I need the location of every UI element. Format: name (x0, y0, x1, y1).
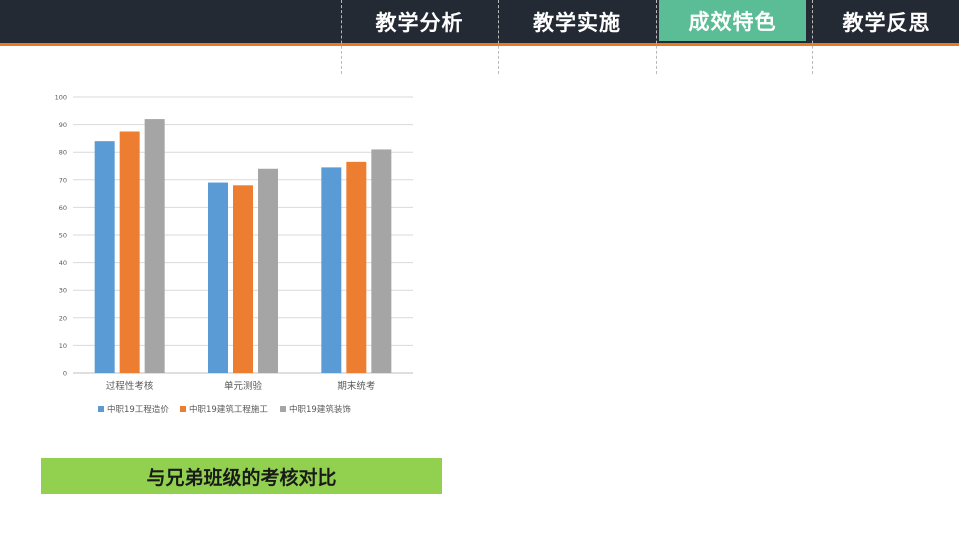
y-tick-label: 40 (59, 259, 67, 267)
x-tick-label: 单元测验 (224, 380, 263, 392)
legend-swatch (280, 406, 286, 412)
y-tick-label: 60 (59, 204, 67, 212)
bar (94, 141, 115, 373)
y-tick-label: 30 (59, 287, 67, 295)
top-nav-bar: 教学分析 教学实施 成效特色 教学反思 (0, 0, 959, 43)
x-axis-ticks: 过程性考核 单元测验 期末统考 (106, 380, 375, 392)
y-tick-label: 50 (59, 232, 67, 240)
bar (119, 131, 140, 373)
y-tick-label: 0 (63, 370, 67, 378)
bar (321, 167, 342, 373)
tab-results-features[interactable]: 成效特色 (659, 0, 806, 41)
y-axis-ticks: 0 10 20 30 40 50 60 70 80 90 100 (55, 94, 67, 378)
bar (208, 182, 228, 373)
tab-teaching-implementation[interactable]: 教学实施 (499, 0, 655, 43)
caption-box: 与兄弟班级的考核对比 (41, 458, 442, 494)
caption-text: 与兄弟班级的考核对比 (146, 466, 337, 489)
bar (258, 168, 278, 373)
bar (371, 149, 392, 373)
tab-divider (498, 0, 499, 74)
tab-divider (656, 0, 657, 74)
y-tick-label: 100 (55, 94, 67, 102)
tab-teaching-reflection[interactable]: 教学反思 (814, 0, 959, 43)
bar (346, 161, 367, 373)
bar (233, 185, 253, 373)
legend-label: 中职19建筑工程施工 (189, 404, 268, 415)
legend-swatch (180, 406, 186, 412)
tab-divider (341, 0, 342, 74)
bar (144, 119, 165, 373)
tab-divider (812, 0, 813, 74)
y-tick-label: 20 (59, 314, 67, 322)
y-tick-label: 80 (59, 149, 67, 157)
legend-label: 中职19工程造价 (107, 404, 169, 415)
accent-line (0, 43, 959, 46)
x-tick-label: 过程性考核 (106, 380, 154, 392)
tab-teaching-analysis[interactable]: 教学分析 (342, 0, 497, 43)
bars (94, 119, 392, 373)
legend-swatch (98, 406, 104, 412)
y-tick-label: 90 (59, 121, 67, 129)
y-tick-label: 70 (59, 176, 67, 184)
x-tick-label: 期末统考 (337, 380, 375, 392)
y-tick-label: 10 (59, 342, 67, 350)
comparison-bar-chart: 0 10 20 30 40 50 60 70 80 90 100 过程性考核 单元测验 期末统考 中职1… (55, 94, 413, 415)
legend: 中职19工程造价 中职19建筑工程施工 中职19建筑装饰 (98, 404, 351, 415)
legend-label: 中职19建筑装饰 (289, 404, 351, 415)
